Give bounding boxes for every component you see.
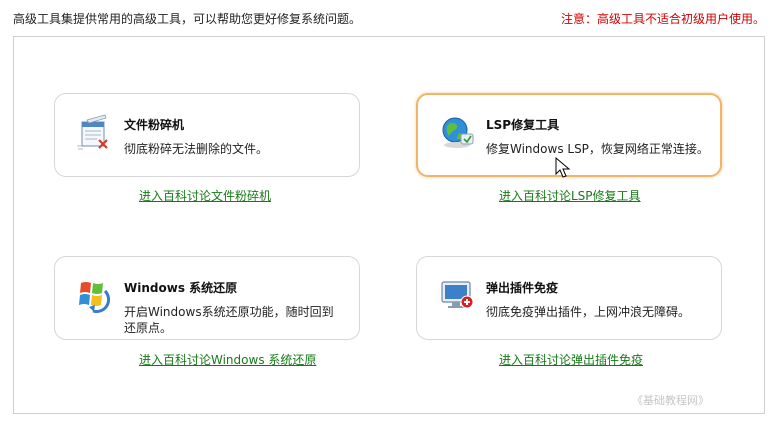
watermark-text: 《基础教程网》	[632, 394, 709, 407]
popup-immunity-card[interactable]: 弹出插件免疫 彻底免疫弹出插件，上网冲浪无障碍。	[416, 256, 722, 340]
windows-restore-desc: 开启Windows系统还原功能，随时回到还原点。	[124, 305, 334, 335]
popup-immunity-desc: 彻底免疫弹出插件，上网冲浪无障碍。	[486, 305, 691, 319]
intro-text: 高级工具集提供常用的高级工具，可以帮助您更好修复系统问题。	[13, 12, 362, 26]
lsp-repair-icon	[442, 117, 474, 148]
warning-text: 注意：高级工具不适合初级用户使用。	[560, 12, 765, 26]
windows-restore-icon	[79, 282, 111, 314]
file-shredder-card[interactable]: 文件粉碎机 彻底粉碎无法删除的文件。	[54, 93, 360, 177]
file-shredder-link[interactable]: 进入百科讨论文件粉碎机	[139, 187, 271, 204]
popup-immunity-icon	[441, 281, 474, 309]
popup-immunity-title: 弹出插件免疫	[486, 281, 559, 295]
tools-panel: 文件粉碎机 彻底粉碎无法删除的文件。 进入百科讨论文件粉碎机 LSP修复工具 修…	[13, 36, 765, 414]
header-bar: 高级工具集提供常用的高级工具，可以帮助您更好修复系统问题。 注意：高级工具不适合…	[13, 10, 765, 28]
lsp-repair-link[interactable]: 进入百科讨论LSP修复工具	[499, 187, 641, 204]
lsp-repair-title: LSP修复工具	[486, 118, 560, 132]
lsp-repair-desc: 修复Windows LSP，恢复网络正常连接。	[486, 142, 709, 156]
windows-restore-card[interactable]: Windows 系统还原 开启Windows系统还原功能，随时回到还原点。	[54, 256, 360, 340]
file-shredder-icon	[77, 114, 108, 150]
windows-restore-link[interactable]: 进入百科讨论Windows 系统还原	[139, 351, 316, 368]
windows-restore-title: Windows 系统还原	[124, 281, 238, 295]
file-shredder-desc: 彻底粉碎无法删除的文件。	[124, 142, 269, 156]
file-shredder-title: 文件粉碎机	[124, 118, 185, 132]
popup-immunity-link[interactable]: 进入百科讨论弹出插件免疫	[499, 351, 643, 368]
mouse-cursor-icon	[555, 157, 571, 178]
